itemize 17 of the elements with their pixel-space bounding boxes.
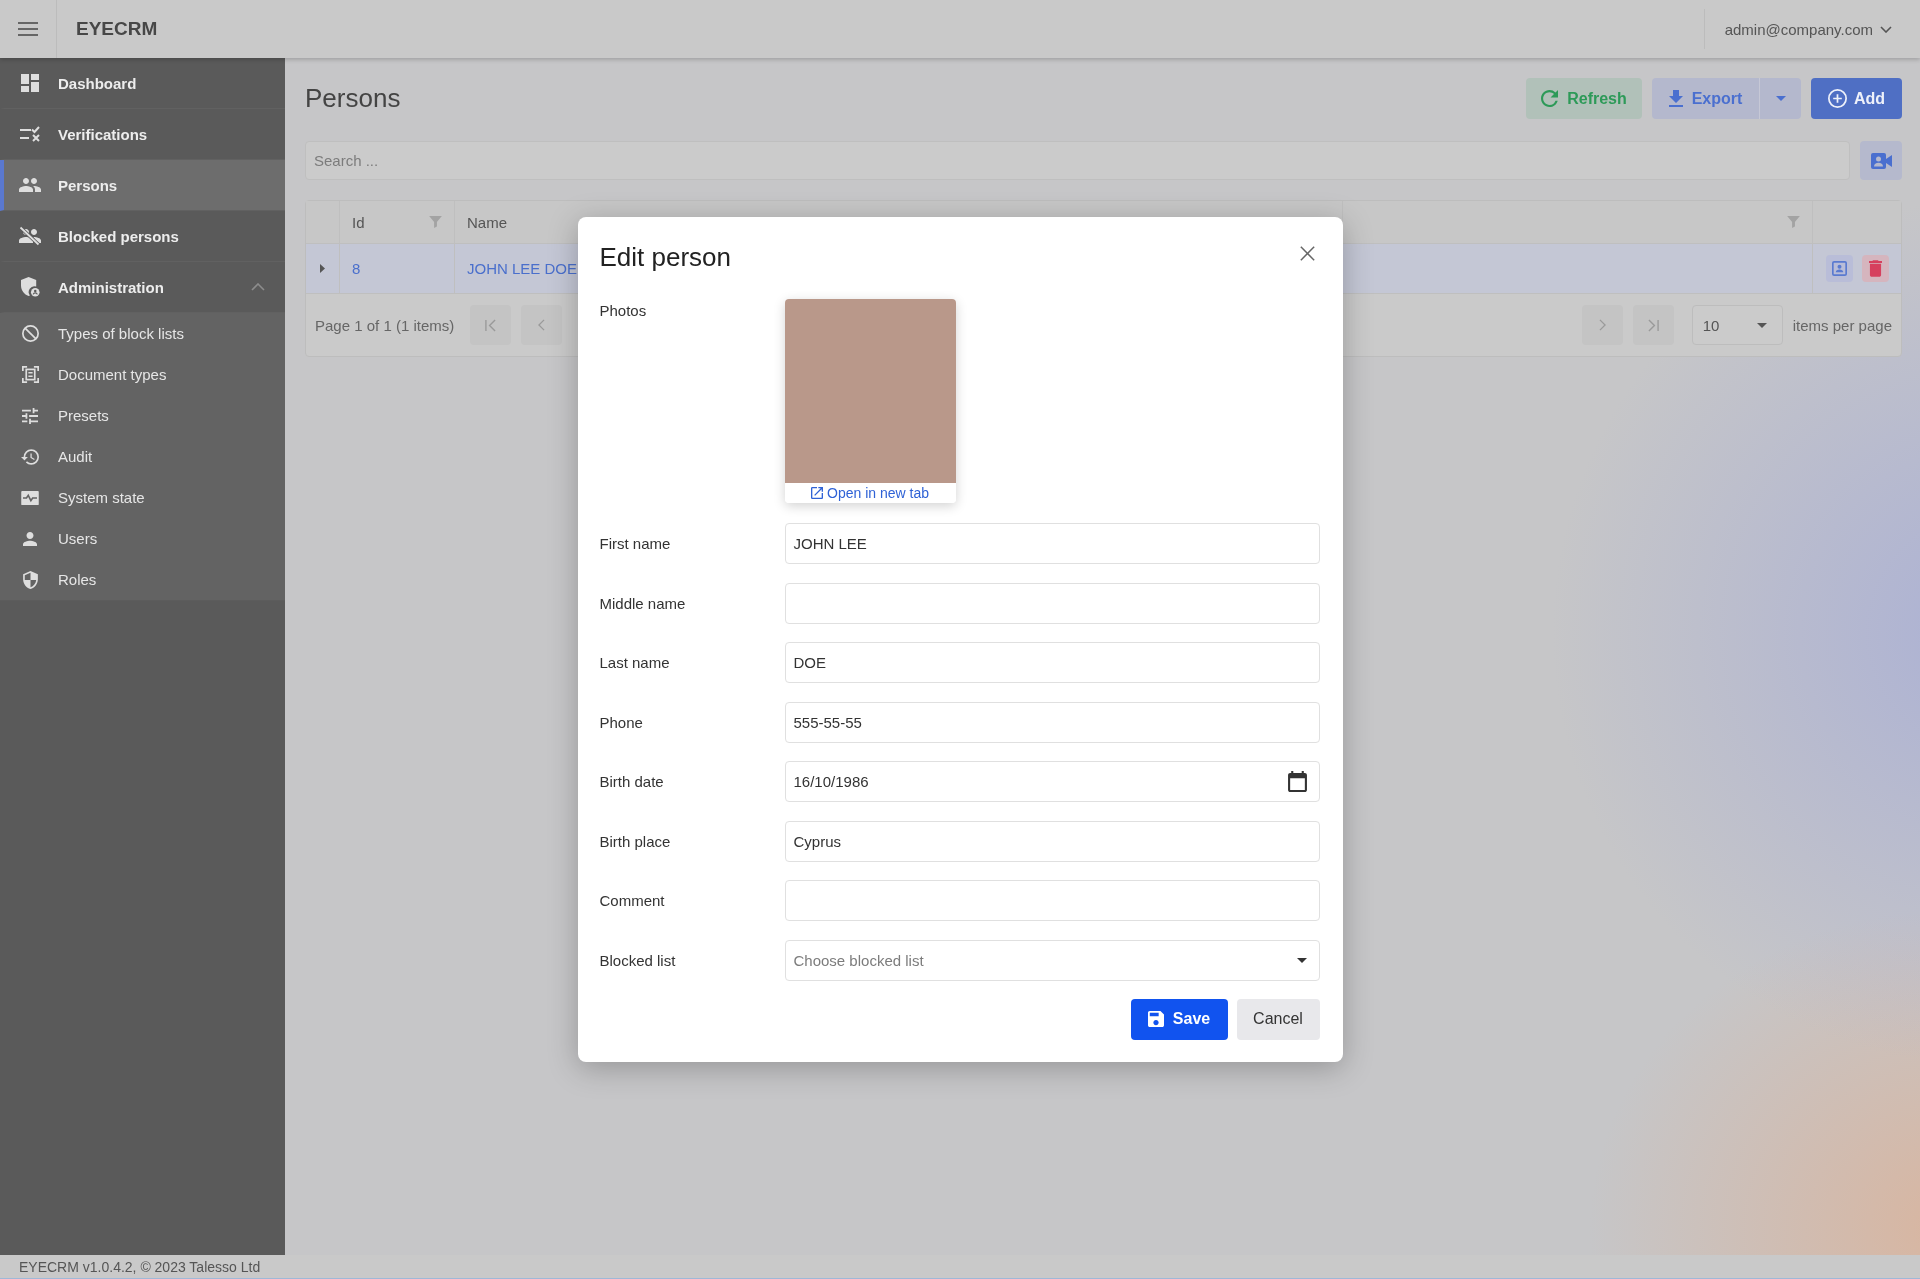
name-column-header: Name [467, 213, 507, 231]
app-title: EYECRM [76, 18, 158, 40]
field-label: Birth place [599, 832, 672, 850]
field-label: Last name [599, 654, 671, 672]
field-label: Middle name [599, 594, 687, 612]
field-label: Blocked list [599, 951, 677, 969]
id-column-header: Id [352, 213, 365, 231]
field-label: Comment [599, 892, 666, 910]
dialog-title: Edit person [599, 241, 732, 273]
page-size-label: items per page [1792, 316, 1892, 334]
field-label: First name [599, 535, 672, 553]
field-label: Birth date [599, 773, 665, 791]
page-summary: Page 1 of 1 (1 items) [315, 316, 455, 334]
footer-text: EYECRM v1.0.4.2, © 2023 Talesso Ltd [19, 1258, 261, 1275]
field-label: Phone [599, 713, 644, 731]
page-title: Persons [305, 83, 402, 114]
field-label: Photos [599, 301, 648, 320]
